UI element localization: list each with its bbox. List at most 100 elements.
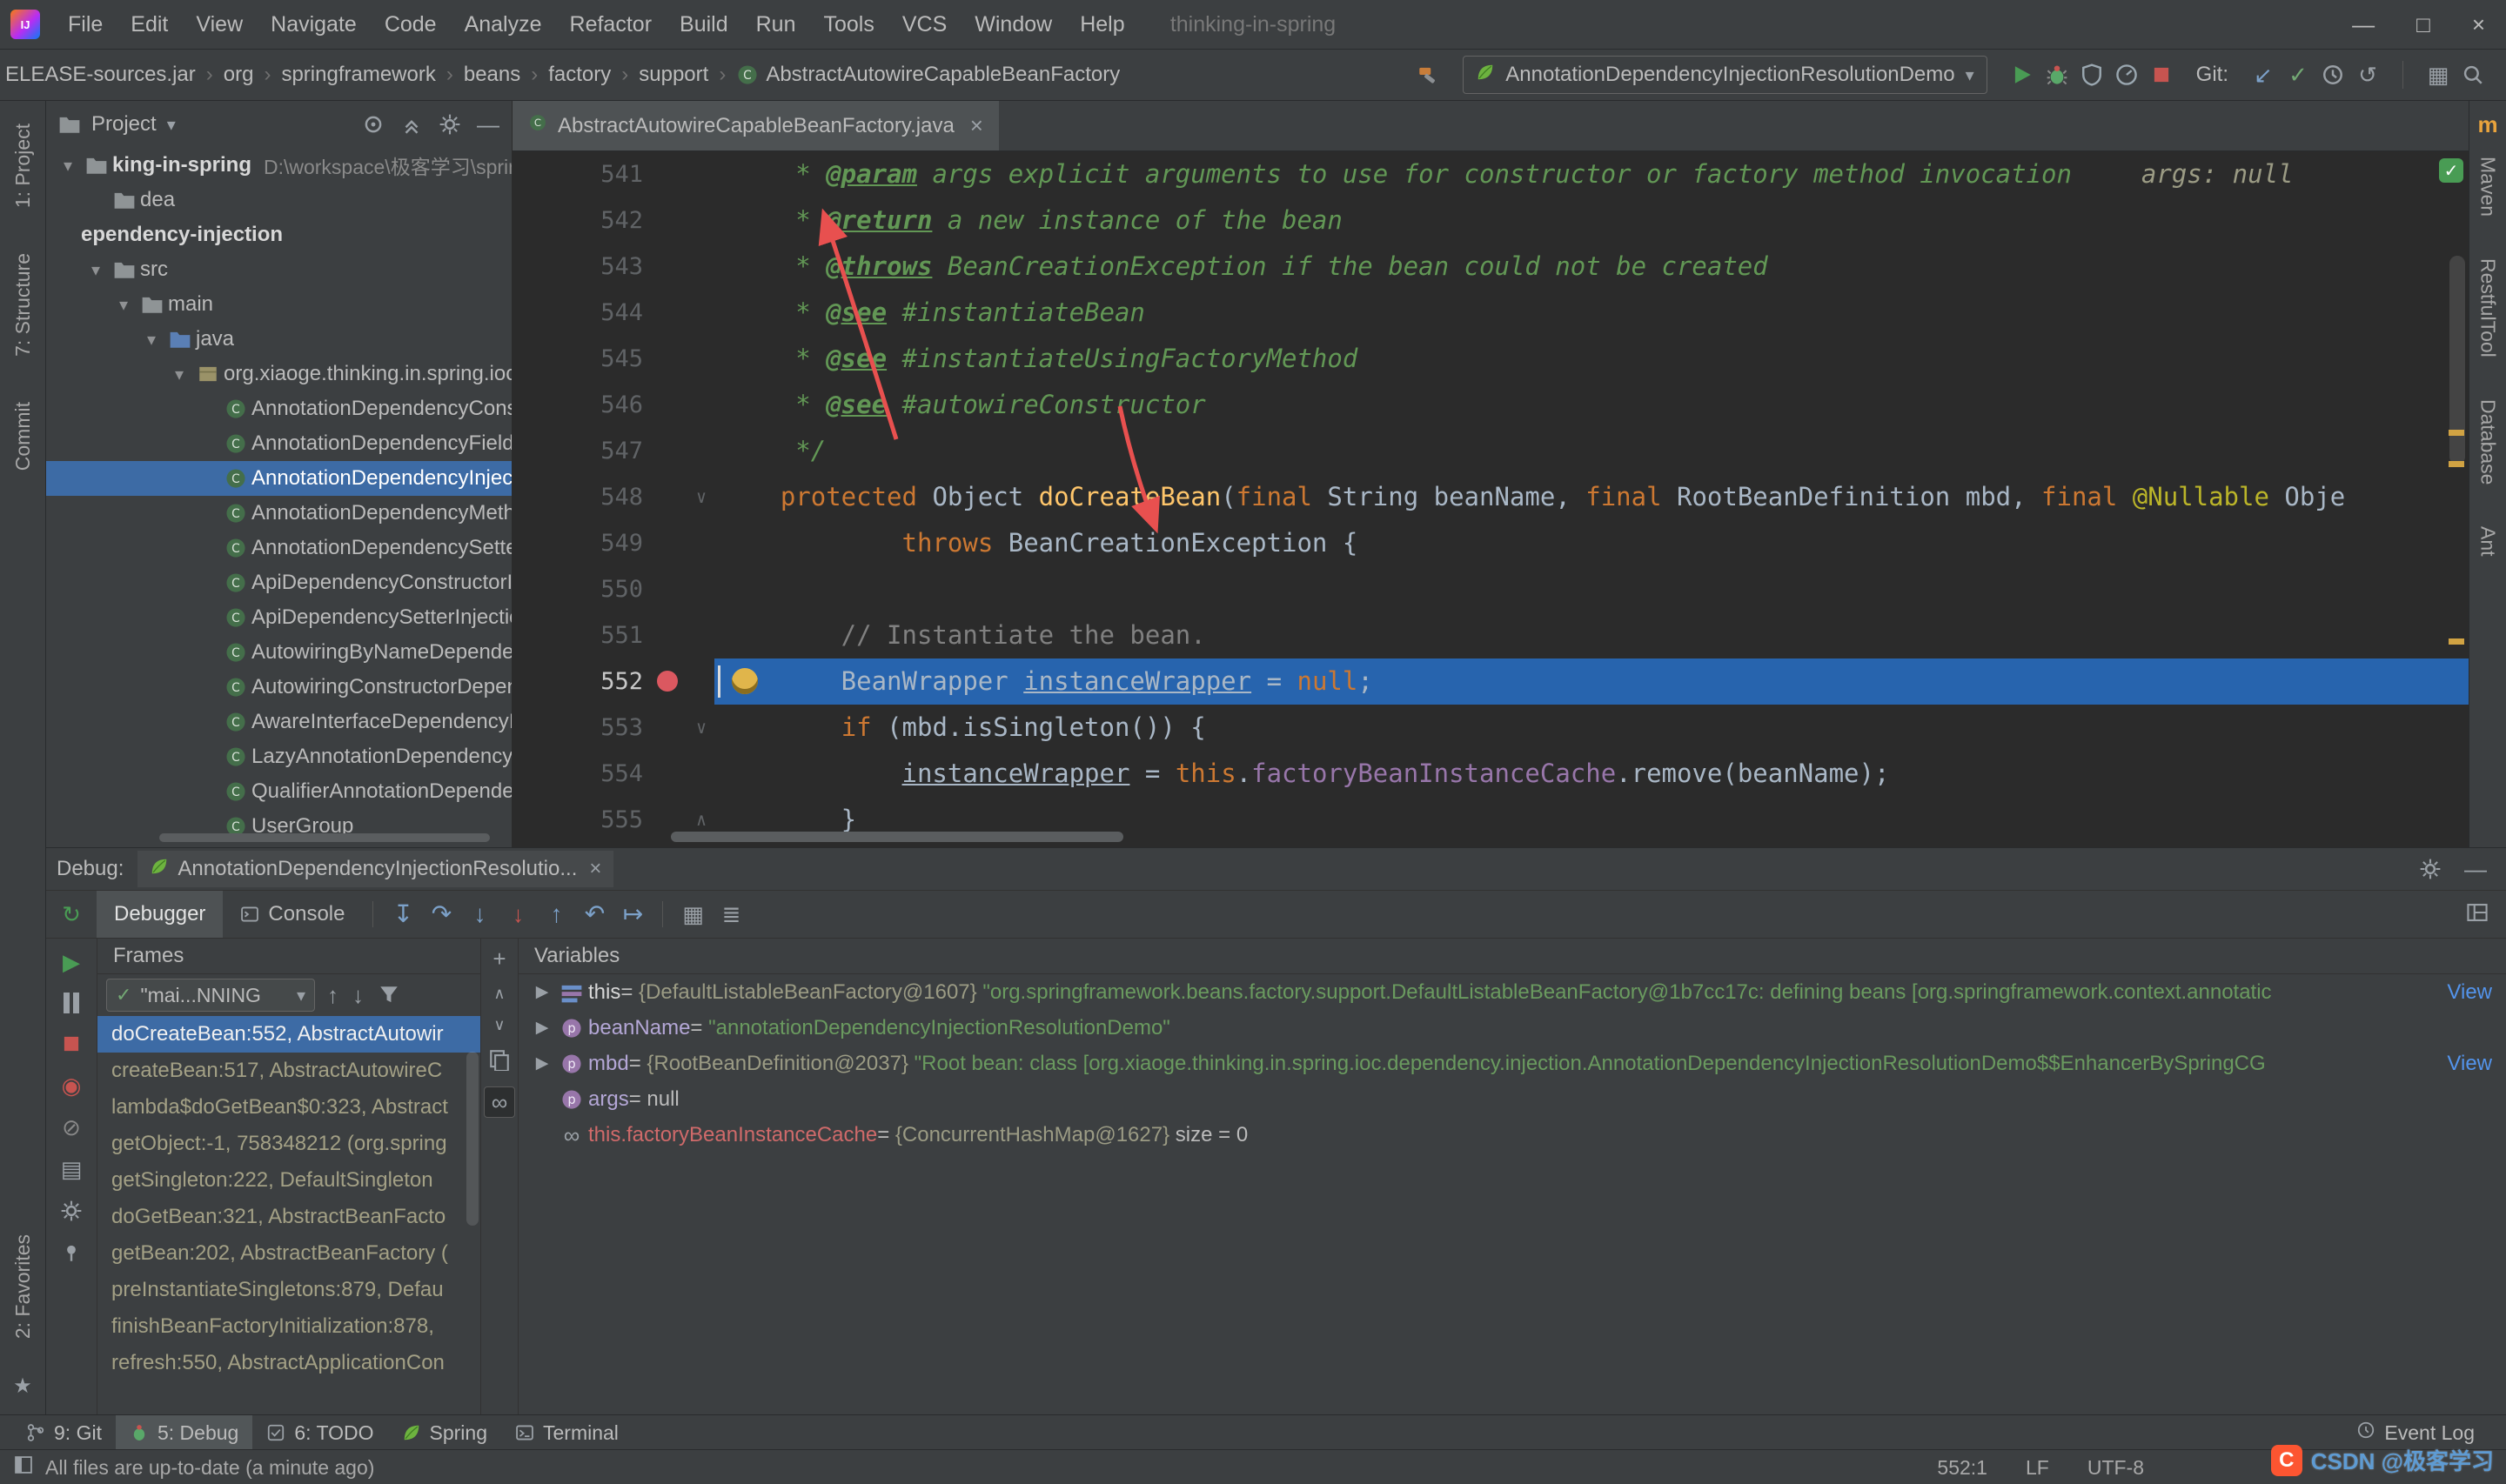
debug-view-tab-debugger[interactable]: Debugger [97, 891, 223, 938]
stack-frame[interactable]: getBean:202, AbstractBeanFactory ( [97, 1235, 480, 1272]
editor-tab[interactable]: C AbstractAutowireCapableBeanFactory.jav… [513, 101, 999, 150]
tool-tab-spring[interactable]: Spring [388, 1415, 501, 1450]
run-config-selector[interactable]: AnnotationDependencyInjectionResolutionD… [1463, 56, 1987, 94]
down-icon[interactable]: ↓ [352, 984, 364, 1006]
view-link[interactable]: View [2435, 980, 2492, 1005]
fold-marker-icon[interactable]: ∨ [688, 705, 714, 751]
thread-dump-icon[interactable]: ▤ [61, 1158, 83, 1180]
history-icon[interactable] [2322, 64, 2344, 86]
fold-marker-icon[interactable]: ∨ [688, 474, 714, 520]
expand-arrow-icon[interactable]: ▶ [529, 1053, 555, 1073]
tree-expand-arrow[interactable]: ▾ [83, 259, 109, 281]
hide-icon[interactable]: — [2464, 858, 2487, 880]
locate-icon[interactable] [362, 113, 385, 136]
tool-tab-debug[interactable]: 5: Debug [116, 1415, 252, 1450]
frames-scrollbar[interactable] [466, 1052, 479, 1226]
expand-arrow-icon[interactable]: ▶ [529, 982, 555, 1002]
menu-item-tools[interactable]: Tools [809, 0, 888, 49]
show-execution-point-icon[interactable]: ↧ [393, 902, 413, 926]
breakpoint-gutter[interactable] [650, 658, 688, 705]
warning-stripe-mark[interactable] [2449, 638, 2464, 645]
line-number[interactable]: 552 [513, 658, 650, 705]
stripe-item-ant[interactable]: Ant [2476, 526, 2500, 557]
toolwindows-icon[interactable] [14, 1455, 33, 1474]
stack-frame[interactable]: refresh:550, AbstractApplicationCon [97, 1345, 480, 1381]
step-out-icon[interactable]: ↑ [550, 902, 562, 926]
tree-item[interactable]: dea [46, 183, 512, 217]
project-view-label[interactable]: Project [91, 112, 157, 137]
drop-frame-icon[interactable]: ↶ [585, 902, 605, 926]
debug-session-tab[interactable]: AnnotationDependencyInjectionResolutio..… [137, 851, 613, 887]
stack-frame[interactable]: getSingleton:222, DefaultSingleton [97, 1162, 480, 1199]
menu-item-run[interactable]: Run [742, 0, 810, 49]
mute-breakpoints-icon[interactable]: ⊘ [62, 1116, 81, 1139]
close-button[interactable]: × [2451, 0, 2506, 49]
step-into-icon[interactable]: ↓ [473, 902, 486, 926]
stop-icon[interactable] [2150, 64, 2173, 86]
line-number[interactable]: 543 [513, 244, 650, 290]
collapse-all-icon[interactable] [400, 113, 423, 136]
run-to-cursor-icon[interactable]: ↦ [623, 902, 643, 926]
variable-row[interactable]: ▶pmbd = {RootBeanDefinition@2037} "Root … [519, 1046, 2506, 1081]
pin-icon[interactable] [60, 1241, 83, 1264]
stack-frame[interactable]: createBean:517, AbstractAutowireC [97, 1053, 480, 1089]
run-icon[interactable] [2011, 64, 2034, 86]
settings-icon[interactable] [2419, 858, 2442, 880]
tool-tab-git[interactable]: 9: Git [12, 1415, 116, 1450]
variable-row[interactable]: ▶pbeanName = "annotationDependencyInject… [519, 1010, 2506, 1046]
code-line[interactable]: 554 instanceWrapper = this.factoryBeanIn… [513, 751, 2469, 797]
code-line[interactable]: 553∨ if (mbd.isSingleton()) { [513, 705, 2469, 751]
menu-item-view[interactable]: View [182, 0, 257, 49]
menu-item-edit[interactable]: Edit [117, 0, 182, 49]
stripe-item-structure[interactable]: 7: Structure [11, 253, 35, 357]
force-step-into-icon[interactable]: ↓ [513, 902, 524, 926]
event-log-button[interactable]: Event Log [2356, 1420, 2506, 1445]
commit-check-icon[interactable]: ✓ [2288, 64, 2308, 86]
tree-item[interactable]: ▾java [46, 322, 512, 357]
stack-frame[interactable]: getObject:-1, 758348212 (org.spring [97, 1126, 480, 1162]
hide-icon[interactable]: — [477, 113, 499, 136]
menu-item-window[interactable]: Window [961, 0, 1066, 49]
menu-item-code[interactable]: Code [371, 0, 451, 49]
line-number[interactable]: 555 [513, 797, 650, 843]
line-number[interactable]: 544 [513, 290, 650, 336]
intention-bulb-icon[interactable] [732, 668, 758, 694]
watches-toggle[interactable]: ∞ [484, 1086, 515, 1118]
close-icon[interactable]: × [589, 857, 601, 881]
project-horizontal-scrollbar[interactable] [159, 833, 490, 842]
variable-row[interactable]: ∞this.factoryBeanInstanceCache = {Concur… [519, 1117, 2506, 1153]
tree-item[interactable]: CApiDependencySetterInjectionD [46, 600, 512, 635]
code-line[interactable]: 552 BeanWrapper instanceWrapper = null; [513, 658, 2469, 705]
line-number[interactable]: 553 [513, 705, 650, 751]
tree-item[interactable]: CAnnotationDependencyFieldInje [46, 426, 512, 461]
view-link[interactable]: View [2435, 1052, 2492, 1076]
tree-item[interactable]: CQualifierAnnotationDependency [46, 774, 512, 809]
tree-item[interactable]: CAutowiringByNameDependency [46, 635, 512, 670]
tool-tab-terminal[interactable]: Terminal [501, 1415, 633, 1450]
search-icon[interactable] [2462, 64, 2484, 86]
rerun-icon[interactable]: ↻ [62, 903, 81, 926]
tree-item[interactable]: ▾src [46, 252, 512, 287]
minimize-button[interactable]: — [2331, 0, 2395, 49]
line-number[interactable]: 548 [513, 474, 650, 520]
caret-position[interactable]: 552:1 [1937, 1456, 1987, 1480]
code-line[interactable]: 542 * @return a new instance of the bean [513, 197, 2469, 244]
tree-expand-arrow[interactable]: ▾ [55, 155, 81, 177]
maven-m-icon[interactable]: m [2477, 101, 2497, 136]
stack-frame[interactable]: doCreateBean:552, AbstractAutowir [97, 1016, 480, 1053]
tree-expand-arrow[interactable]: ▾ [166, 364, 192, 385]
warning-stripe-mark[interactable] [2449, 461, 2464, 467]
variable-row[interactable]: ▶this = {DefaultListableBeanFactory@1607… [519, 974, 2506, 1010]
line-number[interactable]: 546 [513, 382, 650, 428]
layout-icon[interactable] [2466, 901, 2489, 924]
grid-icon[interactable]: ▦ [682, 903, 704, 926]
expand-arrow-icon[interactable]: ▶ [529, 1018, 555, 1038]
settings-icon[interactable] [60, 1200, 83, 1222]
profiler-icon[interactable] [2115, 64, 2138, 86]
stripe-item-favorites[interactable]: 2: Favorites [11, 1234, 35, 1339]
code-line[interactable]: 549 throws BeanCreationException { [513, 520, 2469, 566]
tree-item[interactable]: ▾king-in-springD:\workspace\极客学习\spring [46, 148, 512, 183]
settings-icon[interactable] [439, 113, 461, 136]
tree-item[interactable]: CAutowiringConstructorDepender [46, 670, 512, 705]
warning-stripe-mark[interactable] [2449, 430, 2464, 436]
